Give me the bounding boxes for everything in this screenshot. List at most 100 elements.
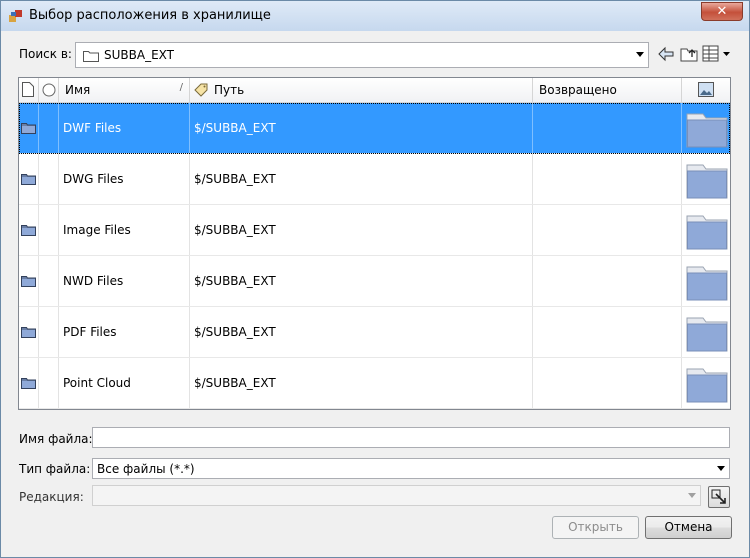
row-returned-cell bbox=[533, 307, 682, 357]
filename-label: Имя файла: bbox=[19, 432, 93, 446]
row-name-cell: DWF Files bbox=[59, 103, 190, 153]
close-button[interactable]: ✕ bbox=[701, 2, 743, 21]
list-item[interactable]: DWF Files $/SUBBA_EXT bbox=[19, 103, 730, 154]
row-path-cell: $/SUBBA_EXT bbox=[190, 307, 533, 357]
lookin-value: SUBBA_EXT bbox=[104, 48, 174, 62]
file-list[interactable]: Имя / Путь Возвращено DWF Files $/SUBBA_E… bbox=[18, 77, 731, 410]
row-status-cell bbox=[39, 256, 59, 306]
row-name: Image Files bbox=[63, 223, 131, 237]
list-item[interactable]: Image Files $/SUBBA_EXT bbox=[19, 205, 730, 256]
filetype-label: Тип файла: bbox=[19, 462, 91, 476]
row-path-cell: $/SUBBA_EXT bbox=[190, 103, 533, 153]
folder-icon bbox=[21, 225, 36, 236]
storage-location-dialog: Выбор расположения в хранилище ✕ Поиск в… bbox=[0, 0, 750, 558]
header-path[interactable]: Путь bbox=[190, 78, 533, 102]
folder-icon bbox=[21, 174, 36, 185]
row-path-cell: $/SUBBA_EXT bbox=[190, 256, 533, 306]
app-icon bbox=[9, 10, 22, 22]
row-path: $/SUBBA_EXT bbox=[194, 325, 276, 339]
view-menu-icon[interactable] bbox=[702, 44, 732, 64]
row-returned-cell bbox=[533, 154, 682, 204]
row-path: $/SUBBA_EXT bbox=[194, 172, 276, 186]
revision-label: Редакция: bbox=[19, 490, 84, 504]
header-returned-label: Возвращено bbox=[539, 83, 617, 97]
folder-thumbnail-icon bbox=[686, 317, 728, 352]
filetype-value: Все файлы (*.*) bbox=[97, 462, 195, 476]
row-icon-cell bbox=[19, 103, 39, 153]
row-name-cell: PDF Files bbox=[59, 307, 190, 357]
chevron-down-icon bbox=[688, 493, 696, 498]
folder-thumbnail-icon bbox=[686, 164, 728, 199]
row-path: $/SUBBA_EXT bbox=[194, 376, 276, 390]
row-preview-cell bbox=[682, 256, 730, 306]
filename-input[interactable] bbox=[92, 427, 730, 448]
folder-icon bbox=[83, 51, 99, 62]
row-name-cell: Point Cloud bbox=[59, 358, 190, 408]
row-returned-cell bbox=[533, 358, 682, 408]
row-status-cell bbox=[39, 205, 59, 255]
folder-thumbnail-icon bbox=[686, 368, 728, 403]
row-name: DWF Files bbox=[63, 121, 122, 135]
row-path-cell: $/SUBBA_EXT bbox=[190, 205, 533, 255]
header-name-label: Имя bbox=[65, 83, 91, 97]
chevron-down-icon bbox=[717, 466, 725, 471]
header-status-col[interactable] bbox=[39, 78, 59, 102]
row-preview-cell bbox=[682, 103, 730, 153]
window-title: Выбор расположения в хранилище bbox=[29, 8, 271, 23]
revision-browse-button[interactable] bbox=[708, 486, 730, 508]
folder-icon bbox=[21, 327, 36, 338]
image-icon bbox=[698, 82, 714, 97]
row-path-cell: $/SUBBA_EXT bbox=[190, 358, 533, 408]
header-preview[interactable] bbox=[682, 78, 730, 102]
list-header: Имя / Путь Возвращено bbox=[19, 78, 730, 103]
row-path: $/SUBBA_EXT bbox=[194, 121, 276, 135]
header-returned[interactable]: Возвращено bbox=[533, 78, 682, 102]
revision-select[interactable] bbox=[92, 485, 701, 506]
cancel-button[interactable]: Отмена bbox=[645, 516, 732, 539]
row-icon-cell bbox=[19, 358, 39, 408]
row-name: NWD Files bbox=[63, 274, 124, 288]
row-status-cell bbox=[39, 358, 59, 408]
row-preview-cell bbox=[682, 205, 730, 255]
row-returned-cell bbox=[533, 205, 682, 255]
folder-thumbnail-icon bbox=[686, 113, 728, 148]
row-returned-cell bbox=[533, 103, 682, 153]
folder-icon bbox=[21, 276, 36, 287]
folder-icon bbox=[21, 378, 36, 389]
filetype-select[interactable]: Все файлы (*.*) bbox=[92, 458, 730, 479]
document-icon bbox=[22, 82, 34, 97]
row-path: $/SUBBA_EXT bbox=[194, 223, 276, 237]
sort-indicator: / bbox=[179, 82, 183, 93]
row-preview-cell bbox=[682, 154, 730, 204]
header-path-label: Путь bbox=[214, 83, 245, 97]
status-circle-icon bbox=[42, 83, 56, 97]
row-icon-cell bbox=[19, 256, 39, 306]
folder-thumbnail-icon bbox=[686, 215, 728, 250]
back-icon[interactable] bbox=[657, 45, 675, 63]
row-preview-cell bbox=[682, 307, 730, 357]
open-button[interactable]: Открыть bbox=[552, 516, 639, 539]
row-name-cell: NWD Files bbox=[59, 256, 190, 306]
row-status-cell bbox=[39, 307, 59, 357]
folder-thumbnail-icon bbox=[686, 266, 728, 301]
pencil-tag-icon bbox=[194, 83, 208, 97]
folder-icon bbox=[21, 123, 36, 134]
up-folder-icon[interactable] bbox=[680, 45, 698, 63]
row-path: $/SUBBA_EXT bbox=[194, 274, 276, 288]
list-item[interactable]: NWD Files $/SUBBA_EXT bbox=[19, 256, 730, 307]
lookin-combobox[interactable]: SUBBA_EXT bbox=[75, 42, 649, 68]
expand-arrow-icon bbox=[711, 489, 726, 504]
row-icon-cell bbox=[19, 205, 39, 255]
list-item[interactable]: PDF Files $/SUBBA_EXT bbox=[19, 307, 730, 358]
row-name: DWG Files bbox=[63, 172, 124, 186]
chevron-down-icon bbox=[636, 52, 644, 57]
header-doc-col[interactable] bbox=[19, 78, 39, 102]
list-item[interactable]: Point Cloud $/SUBBA_EXT bbox=[19, 358, 730, 409]
list-item[interactable]: DWG Files $/SUBBA_EXT bbox=[19, 154, 730, 205]
row-returned-cell bbox=[533, 256, 682, 306]
header-name[interactable]: Имя / bbox=[59, 78, 190, 102]
row-icon-cell bbox=[19, 154, 39, 204]
row-name: Point Cloud bbox=[63, 376, 131, 390]
row-name-cell: Image Files bbox=[59, 205, 190, 255]
row-name-cell: DWG Files bbox=[59, 154, 190, 204]
